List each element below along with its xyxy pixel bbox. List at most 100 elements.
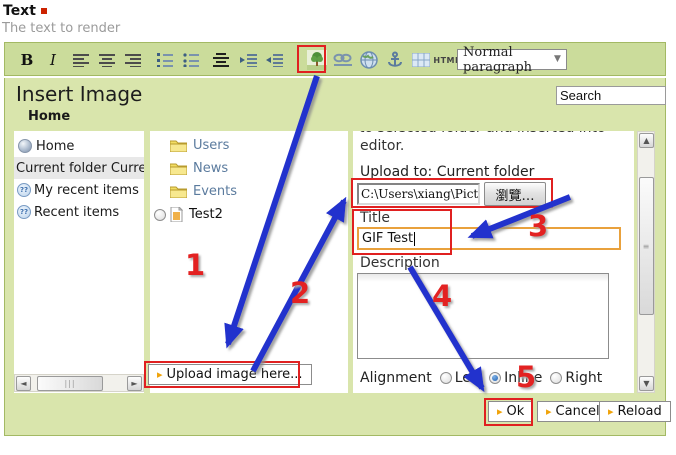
italic-icon: I bbox=[50, 51, 56, 69]
field-hint: The text to render bbox=[2, 21, 121, 36]
tree-item-current-folder[interactable]: Current folder Curren bbox=[14, 157, 144, 179]
tree-item-label: Home bbox=[36, 138, 75, 154]
insert-image-button[interactable] bbox=[305, 48, 329, 72]
insert-link-icon bbox=[333, 53, 352, 66]
anchor-button[interactable] bbox=[383, 48, 407, 72]
file-item-label: Test2 bbox=[189, 207, 223, 222]
globe-button[interactable] bbox=[357, 48, 381, 72]
alignment-left-radio[interactable] bbox=[439, 372, 452, 384]
page: Text The text to render B I HTML Normal … bbox=[0, 0, 676, 455]
title-input[interactable]: GIF Test bbox=[357, 227, 621, 250]
description-textarea[interactable] bbox=[357, 273, 609, 359]
title-label: Title bbox=[360, 210, 391, 226]
scroll-right-button[interactable]: ► bbox=[127, 376, 142, 391]
unordered-list-icon bbox=[182, 53, 199, 67]
upload-form-panel: to selected folder and inserted into the… bbox=[353, 131, 634, 393]
alignment-inline-radio[interactable] bbox=[489, 372, 502, 384]
browse-button[interactable]: 瀏覽… bbox=[484, 182, 546, 206]
outdent-button[interactable] bbox=[263, 48, 287, 72]
align-center-icon bbox=[98, 54, 115, 67]
align-right-icon bbox=[124, 54, 141, 67]
file-path-input[interactable]: C:\Users\xiang\Pictures\log bbox=[357, 183, 480, 205]
insert-link-button[interactable] bbox=[331, 48, 355, 72]
insert-table-icon bbox=[412, 53, 430, 67]
folder-icon bbox=[170, 163, 187, 175]
field-header: Text bbox=[3, 3, 47, 19]
folder-item-label: Events bbox=[193, 184, 238, 199]
scrollbar-thumb[interactable]: ≡ bbox=[639, 177, 654, 315]
tree-item-label: Recent items bbox=[34, 204, 120, 220]
align-left-button[interactable] bbox=[69, 48, 93, 72]
ordered-list-icon bbox=[156, 53, 173, 67]
folder-item-news[interactable]: News bbox=[150, 157, 348, 180]
folder-item-users[interactable]: Users bbox=[150, 134, 348, 157]
file-item-test2[interactable]: Test2 bbox=[150, 203, 348, 226]
anchor-icon bbox=[388, 51, 402, 67]
reload-label: Reload bbox=[617, 404, 662, 419]
folder-item-events[interactable]: Events bbox=[150, 180, 348, 203]
tree-item-value: Curren bbox=[110, 160, 144, 176]
bold-button[interactable]: B bbox=[15, 48, 39, 72]
horizontal-scrollbar[interactable]: ◄ ||| ► bbox=[14, 374, 144, 392]
file-radio[interactable] bbox=[154, 208, 166, 221]
insert-table-button[interactable] bbox=[409, 48, 433, 72]
file-path-value: C:\Users\xiang\Pictures\log bbox=[361, 187, 479, 201]
upload-to-label: Upload to: Current folder bbox=[360, 164, 535, 180]
paragraph-style-select[interactable]: Normal paragraph ▼ bbox=[457, 45, 567, 75]
folder-item-label: Users bbox=[193, 138, 230, 153]
cancel-button[interactable]: ▸ Cancel bbox=[537, 401, 609, 422]
justify-center-icon bbox=[212, 53, 229, 67]
indent-button[interactable] bbox=[237, 48, 261, 72]
align-left-icon bbox=[72, 54, 89, 67]
bold-icon: B bbox=[20, 51, 34, 69]
globe-icon bbox=[360, 51, 378, 69]
upload-image-here-button[interactable]: ▸ Upload image here... bbox=[148, 364, 312, 385]
scroll-up-button[interactable]: ▲ bbox=[639, 133, 654, 148]
sphere-icon bbox=[18, 139, 32, 153]
text-caret bbox=[414, 231, 416, 246]
folder-list-panel: Users News Events Test2 ▸ Upload image h… bbox=[148, 131, 348, 393]
breadcrumb: Home bbox=[28, 109, 71, 124]
browse-label: 瀏覽… bbox=[495, 188, 535, 204]
search-input[interactable] bbox=[556, 86, 666, 105]
scrollbar-thumb[interactable]: ||| bbox=[37, 376, 103, 391]
justify-center-button[interactable] bbox=[209, 48, 233, 72]
folder-icon bbox=[170, 186, 187, 198]
ok-label: Ok bbox=[506, 404, 525, 419]
alignment-label: Alignment bbox=[360, 370, 432, 386]
scroll-down-button[interactable]: ▼ bbox=[639, 376, 654, 391]
orange-arrow-icon: ▸ bbox=[608, 405, 614, 418]
intro-text-clipped: to selected folder and inserted into the bbox=[359, 131, 623, 137]
alignment-row: Alignment Left Inline Right bbox=[360, 370, 602, 386]
italic-button[interactable]: I bbox=[41, 48, 65, 72]
file-icon bbox=[170, 207, 183, 222]
tree-item-home[interactable]: Home bbox=[14, 135, 144, 157]
tree-item-recent-items[interactable]: ?? Recent items bbox=[14, 201, 144, 223]
align-center-button[interactable] bbox=[95, 48, 119, 72]
orange-arrow-icon: ▸ bbox=[546, 405, 552, 418]
unordered-list-button[interactable] bbox=[179, 48, 203, 72]
cancel-label: Cancel bbox=[555, 404, 600, 419]
tree-item-label: My recent items bbox=[34, 182, 139, 198]
editor-toolbar: B I HTML Normal paragraph ▼ bbox=[4, 42, 666, 76]
ordered-list-button[interactable] bbox=[153, 48, 177, 72]
ok-button[interactable]: ▸ Ok bbox=[488, 401, 534, 422]
required-marker-icon bbox=[40, 8, 47, 14]
recent-items-icon: ?? bbox=[17, 183, 31, 197]
tree-item-my-recent-items[interactable]: ?? My recent items bbox=[14, 179, 144, 201]
reload-button[interactable]: ▸ Reload bbox=[599, 401, 671, 422]
chevron-down-icon: ▼ bbox=[554, 54, 561, 64]
folder-item-label: News bbox=[193, 161, 229, 176]
alignment-inline-label: Inline bbox=[504, 370, 543, 386]
align-right-button[interactable] bbox=[121, 48, 145, 72]
intro-text: editor. bbox=[360, 138, 405, 154]
upload-image-here-label: Upload image here... bbox=[166, 367, 303, 382]
folder-tree-panel: Home Current folder Curren ?? My recent … bbox=[14, 131, 144, 393]
vertical-scrollbar[interactable]: ▲ ≡ ▼ bbox=[637, 131, 655, 393]
indent-icon bbox=[240, 54, 257, 67]
folder-icon bbox=[170, 140, 187, 152]
scroll-left-button[interactable]: ◄ bbox=[16, 376, 31, 391]
alignment-right-radio[interactable] bbox=[550, 372, 563, 384]
outdent-icon bbox=[266, 54, 283, 67]
title-value: GIF Test bbox=[362, 231, 414, 246]
